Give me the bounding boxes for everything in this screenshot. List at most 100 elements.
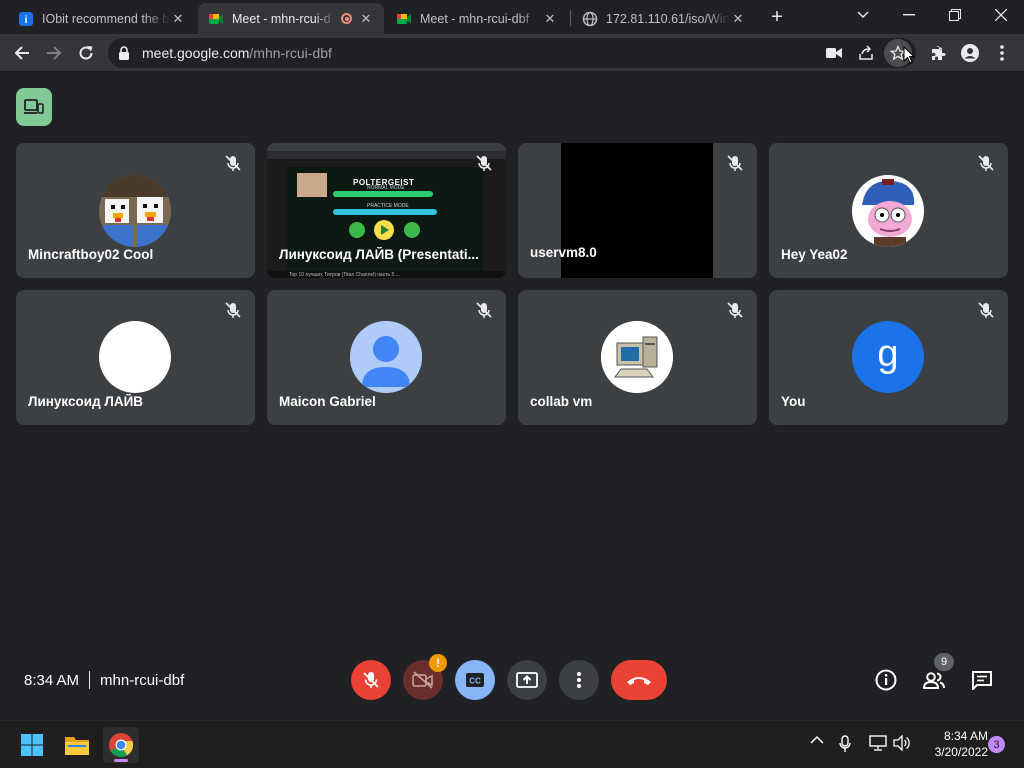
captions-button[interactable]: CC — [455, 660, 495, 700]
url-text: meet.google.com/mhn-rcui-dbf — [142, 45, 332, 61]
participant-tile[interactable]: Hey Yea02 — [769, 143, 1008, 278]
mic-off-icon — [725, 300, 745, 320]
show-hidden-icons-icon[interactable] — [810, 735, 824, 745]
address-bar[interactable]: meet.google.com/mhn-rcui-dbf — [108, 38, 916, 68]
profile-icon[interactable] — [956, 39, 984, 67]
participant-name: Линуксоид ЛАЙВ (Presentati... — [279, 247, 479, 262]
people-icon — [922, 672, 945, 689]
participant-name: You — [781, 394, 806, 409]
camera-off-icon — [412, 671, 433, 689]
mouse-cursor-icon — [903, 45, 916, 69]
start-menu-icon[interactable] — [14, 727, 50, 763]
tab-meet[interactable]: Meet - mhn-rcui-dbf ✕ — [386, 3, 568, 34]
restore-icon[interactable] — [932, 0, 978, 30]
lock-icon[interactable] — [118, 46, 130, 65]
participant-tile-self[interactable]: g You — [769, 290, 1008, 425]
file-explorer-icon[interactable] — [59, 727, 95, 763]
mic-off-icon — [976, 300, 996, 320]
extensions-icon[interactable] — [924, 39, 952, 67]
meeting-details-button[interactable] — [870, 664, 902, 696]
participant-tile[interactable]: collab vm — [518, 290, 757, 425]
chat-icon — [972, 671, 992, 690]
url-host: meet.google.com — [142, 45, 250, 61]
clock-time: 8:34 AM — [943, 729, 988, 743]
menu-kebab-icon[interactable] — [988, 39, 1016, 67]
mic-off-icon — [725, 153, 745, 173]
captions-icon: CC — [466, 673, 484, 687]
minecraft-avatar — [99, 175, 171, 247]
tab-strip: i IObit recommend the b ✕ Meet - mhn-rcu… — [0, 0, 1024, 34]
meet-controls-bar: 8:34 AM mhn-rcui-dbf ! CC — [0, 650, 1024, 712]
participant-name: collab vm — [530, 394, 593, 409]
participant-name: Maicon Gabriel — [279, 394, 376, 409]
more-options-button[interactable] — [559, 660, 599, 700]
mic-off-icon — [363, 672, 379, 688]
share-icon[interactable] — [852, 39, 880, 67]
close-tab-icon[interactable]: ✕ — [358, 11, 374, 27]
tab-divider — [570, 10, 571, 26]
participant-tile-presentation[interactable]: POLTERGEIST NORMAL MODE PRACTICE MODE To… — [267, 143, 506, 278]
tab-meet-active[interactable]: Meet - mhn-rcui-d ✕ — [198, 3, 384, 34]
mic-off-icon — [223, 153, 243, 173]
toggle-mic-button[interactable] — [351, 660, 391, 700]
iobit-icon: i — [18, 11, 34, 27]
present-screen-button[interactable] — [507, 660, 547, 700]
tab-title: Meet - mhn-rcui-dbf — [420, 11, 530, 26]
close-tab-icon[interactable]: ✕ — [170, 11, 186, 27]
volume-icon[interactable] — [893, 735, 911, 751]
close-window-icon[interactable] — [978, 0, 1024, 30]
participant-tile[interactable]: Линуксоид ЛАЙВ — [16, 290, 255, 425]
chat-button[interactable] — [966, 664, 998, 696]
mic-off-icon — [474, 153, 494, 173]
notification-badge[interactable]: 3 — [988, 736, 1005, 753]
letter-avatar: g — [852, 321, 924, 393]
tab-search-icon[interactable] — [840, 0, 886, 30]
participant-tile[interactable]: Maicon Gabriel — [267, 290, 506, 425]
camera-in-use-icon[interactable] — [820, 39, 848, 67]
participant-tile[interactable]: Mincraftboy02 Cool — [16, 143, 255, 278]
mic-off-icon — [474, 300, 494, 320]
cartoon-avatar — [852, 175, 924, 247]
system-clock[interactable]: 8:34 AM 3/20/2022 — [918, 728, 988, 760]
participant-name: Линуксоид ЛАЙВ — [28, 394, 144, 409]
present-icon — [516, 672, 538, 688]
reload-icon[interactable] — [72, 39, 100, 67]
camera-warning-badge: ! — [429, 654, 447, 672]
divider — [89, 671, 91, 689]
windows-taskbar: 8:34 AM 3/20/2022 3 — [0, 720, 1024, 768]
tab-iobit[interactable]: i IObit recommend the b ✕ — [8, 3, 196, 34]
new-tab-button[interactable]: + — [766, 6, 788, 28]
hang-up-icon — [627, 677, 651, 685]
microphone-in-use-icon[interactable] — [839, 735, 851, 753]
meeting-code: mhn-rcui-dbf — [100, 671, 185, 689]
tab-title: IObit recommend the b — [42, 11, 170, 26]
active-app-indicator — [114, 759, 128, 762]
participant-name: uservm8.0 — [530, 245, 597, 260]
tab-iso[interactable]: 172.81.110.61/iso/Win ✕ — [572, 3, 756, 34]
minimize-icon[interactable] — [886, 0, 932, 30]
presentation-practice-mode: PRACTICE MODE — [367, 203, 409, 209]
network-icon[interactable] — [869, 735, 887, 751]
mic-off-icon — [223, 300, 243, 320]
chrome-taskbar-icon[interactable] — [103, 727, 139, 763]
avatar-initial: g — [877, 332, 899, 375]
toggle-camera-button[interactable]: ! — [403, 654, 447, 700]
companion-mode-chip[interactable] — [16, 88, 52, 126]
svg-text:i: i — [25, 15, 28, 26]
url-path: /mhn-rcui-dbf — [249, 45, 332, 61]
tab-title: Meet - mhn-rcui-d — [232, 11, 331, 26]
computer-avatar — [601, 321, 673, 393]
meeting-info: 8:34 AM mhn-rcui-dbf — [24, 671, 184, 689]
meet-icon — [208, 11, 224, 27]
close-tab-icon[interactable]: ✕ — [730, 11, 746, 27]
close-tab-icon[interactable]: ✕ — [542, 11, 558, 27]
browser-toolbar: meet.google.com/mhn-rcui-dbf — [0, 34, 1024, 72]
participant-tile[interactable]: uservm8.0 — [518, 143, 757, 278]
svg-text:CC: CC — [469, 677, 481, 686]
back-icon[interactable] — [8, 39, 36, 67]
forward-icon[interactable] — [40, 39, 68, 67]
white-avatar — [99, 321, 171, 393]
participant-count-badge: 9 — [934, 653, 954, 671]
leave-call-button[interactable] — [611, 660, 667, 700]
mic-off-icon — [976, 153, 996, 173]
